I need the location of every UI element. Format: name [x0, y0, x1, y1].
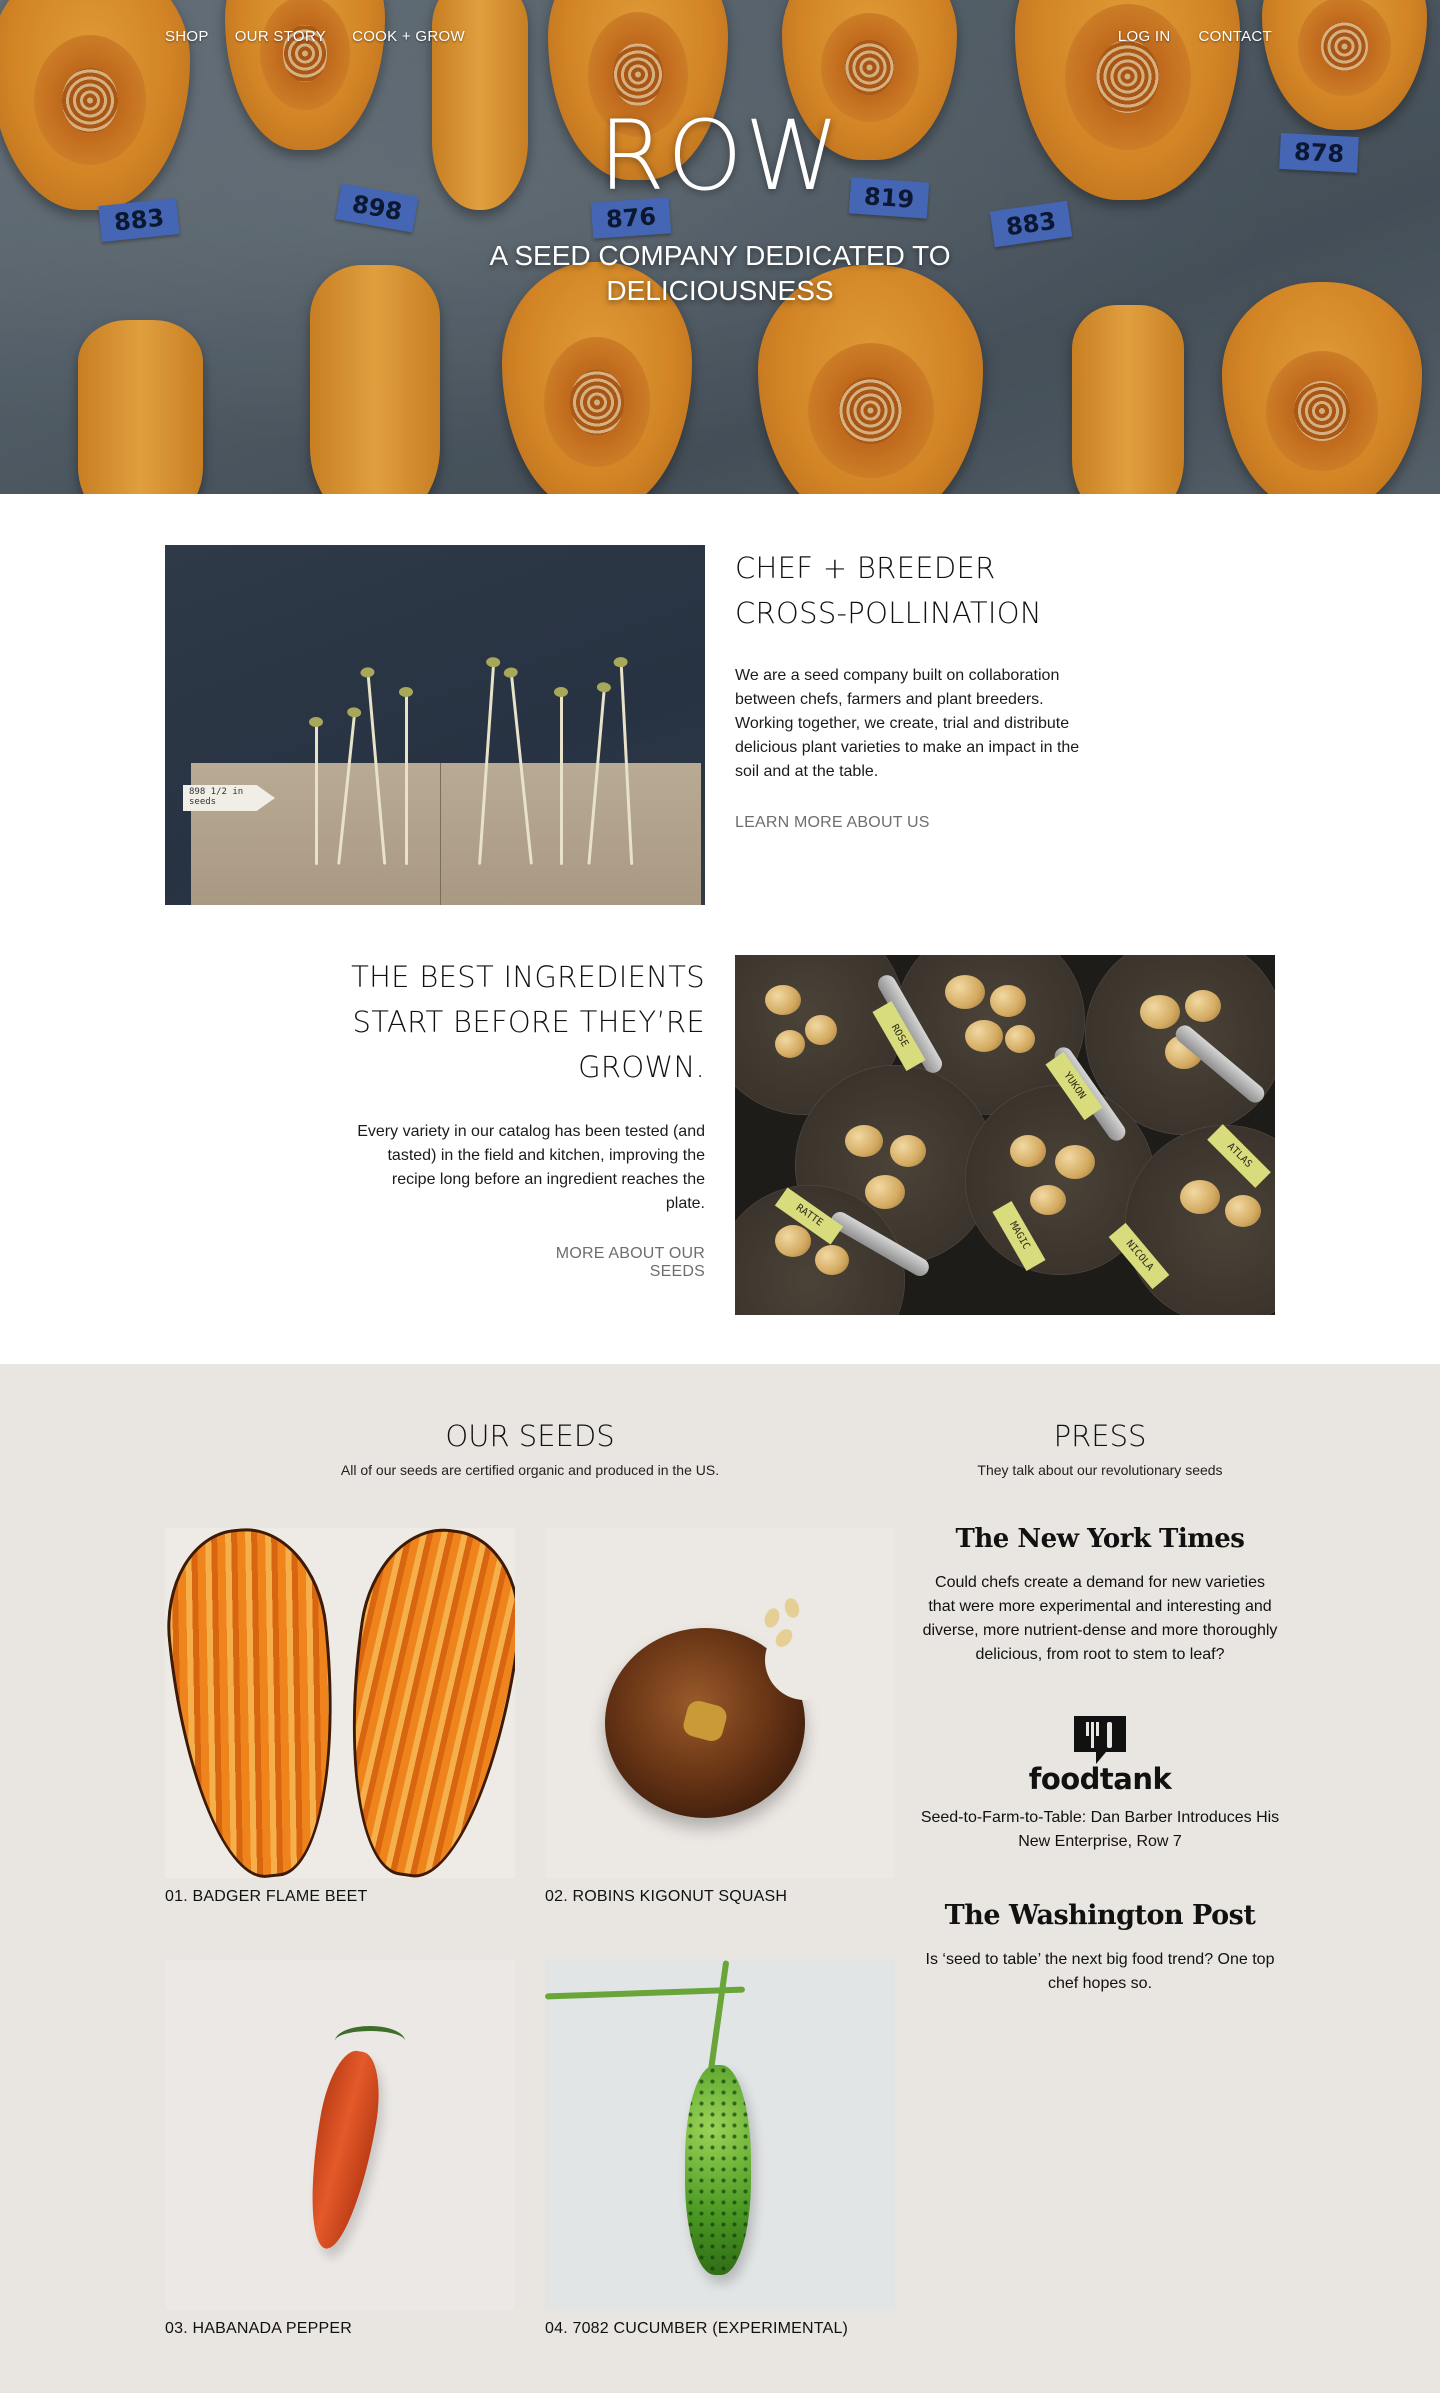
seed-image-beet[interactable] [165, 1528, 515, 1878]
nav-log-in[interactable]: LOG IN [1118, 28, 1171, 45]
seed-caption[interactable]: 03. HABANADA PEPPER [165, 2320, 352, 2338]
foodtank-icon [1074, 1716, 1126, 1764]
foodtank-logo[interactable]: foodtank [920, 1714, 1280, 1796]
more-about-seeds-link[interactable]: MORE ABOUT OUR SEEDS [505, 1245, 705, 1281]
foodtank-wordmark: foodtank [1028, 1762, 1172, 1796]
potatoes-image: ROSE YUKON RATTE MAGIC NICOLA ATLAS [735, 955, 1275, 1315]
seed-tag: 898 1/2 in seeds [183, 785, 275, 811]
learn-more-link[interactable]: LEARN MORE ABOUT US [735, 814, 930, 832]
press-subtitle: They talk about our revolutionary seeds [977, 1462, 1223, 1478]
nav-our-story[interactable]: OUR STORY [235, 28, 326, 45]
seed-caption[interactable]: 01. BADGER FLAME BEET [165, 1888, 367, 1906]
ingredients-heading: THE BEST INGREDIENTS START BEFORE THEY’R… [305, 955, 705, 1090]
sprouts-image: 898 1/2 in seeds [165, 545, 705, 905]
seed-image-squash[interactable] [545, 1528, 895, 1878]
ingredients-heading-line-1: THE BEST INGREDIENTS [351, 960, 705, 994]
washington-post-logo[interactable]: The Washington Post [920, 1900, 1280, 1931]
primary-nav: SHOP OUR STORY COOK + GROW [165, 28, 465, 45]
intro-heading: CHEF + BREEDER CROSS-POLLINATION [735, 546, 1155, 636]
brand-logo-title[interactable]: ROW [0, 100, 1440, 212]
intro-heading-line-1: CHEF + BREEDER [735, 551, 996, 585]
account-nav: LOG IN CONTACT [1118, 28, 1272, 45]
hero-tagline: A SEED COMPANY DEDICATED TO DELICIOUSNES… [489, 240, 951, 306]
our-seeds-subtitle: All of our seeds are certified organic a… [340, 1462, 720, 1478]
nav-shop[interactable]: SHOP [165, 28, 209, 45]
nav-contact[interactable]: CONTACT [1199, 28, 1272, 45]
press-quote: Seed-to-Farm-to-Table: Dan Barber Introd… [920, 1809, 1280, 1850]
ingredients-heading-line-2: START BEFORE THEY’RE [352, 1005, 705, 1039]
press-quote: Is ‘seed to table’ the next big food tre… [925, 1951, 1275, 1992]
seed-image-cucumber[interactable] [545, 1960, 895, 2310]
intro-body: We are a seed company built on collabora… [735, 667, 1080, 780]
nyt-logo[interactable]: The New York Times [920, 1524, 1280, 1554]
ingredients-body: Every variety in our catalog has been te… [357, 1123, 705, 1212]
seeds-press-section: OUR SEEDS All of our seeds are certified… [0, 1364, 1440, 2393]
nav-cook-grow[interactable]: COOK + GROW [352, 28, 465, 45]
seed-image-pepper[interactable] [165, 1960, 515, 2310]
seed-caption[interactable]: 04. 7082 CUCUMBER (EXPERIMENTAL) [545, 2320, 848, 2338]
press-quote: Could chefs create a demand for new vari… [922, 1574, 1278, 1663]
intro-heading-line-2: CROSS-POLLINATION [735, 596, 1042, 630]
our-seeds-title: OUR SEEDS [445, 1419, 615, 1453]
press-title: PRESS [1053, 1419, 1147, 1453]
seed-caption[interactable]: 02. ROBINS KIGONUT SQUASH [545, 1888, 787, 1906]
hero-banner: 883 898 876 819 883 878 SHOP OUR STORY C… [0, 0, 1440, 494]
ingredients-heading-line-3: GROWN. [578, 1050, 705, 1084]
